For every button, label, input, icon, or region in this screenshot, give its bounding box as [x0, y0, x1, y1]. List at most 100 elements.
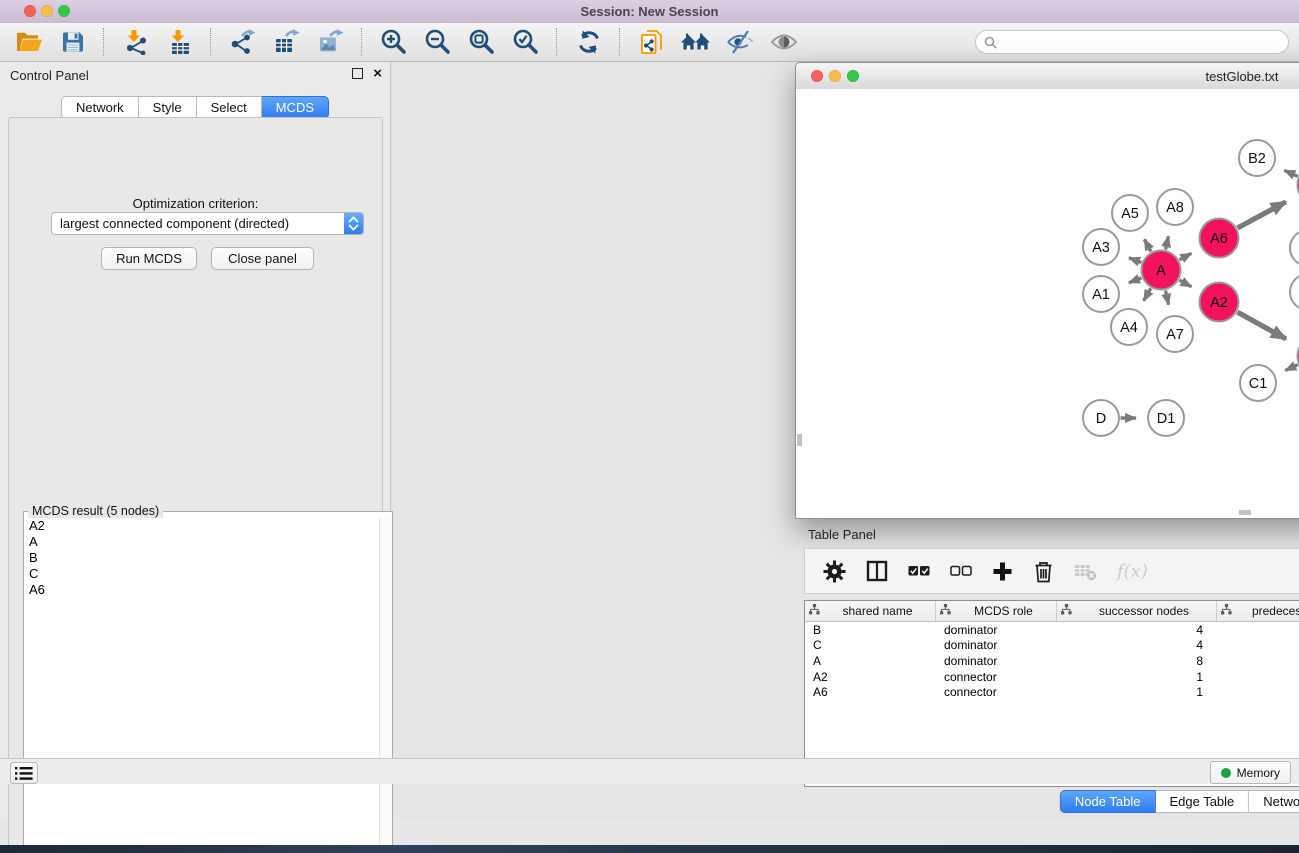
graph-edge-A6-B[interactable]: [1237, 202, 1285, 228]
graph-edge-B-B2[interactable]: [1284, 170, 1297, 176]
table-cell[interactable]: dominator: [936, 623, 1057, 637]
table-cell[interactable]: 1: [1217, 685, 1299, 699]
zoom-out-icon[interactable]: [419, 26, 456, 58]
optimization-criterion-select[interactable]: largest connected component (directed): [51, 212, 364, 235]
tab-mcds[interactable]: MCDS: [262, 96, 329, 119]
table-row[interactable]: A6connector11A6: [805, 684, 1299, 700]
add-icon[interactable]: [992, 556, 1013, 586]
table-cell[interactable]: connector: [936, 670, 1057, 684]
import-table-icon[interactable]: [161, 26, 198, 58]
zoom-fit-icon[interactable]: [463, 26, 500, 58]
run-mcds-button[interactable]: Run MCDS: [101, 247, 197, 270]
open-file-icon[interactable]: [10, 26, 47, 58]
tab-select[interactable]: Select: [197, 96, 262, 119]
delete-icon[interactable]: [1033, 556, 1054, 586]
close-panel-icon[interactable]: ×: [373, 68, 382, 79]
select-all-icon[interactable]: [908, 556, 930, 586]
tab-network[interactable]: Network: [61, 96, 139, 119]
graph-node-A2[interactable]: A2: [1200, 283, 1239, 322]
graph-node-C1[interactable]: C1: [1240, 365, 1276, 401]
graph-node-B2[interactable]: B2: [1239, 140, 1275, 176]
export-network-icon[interactable]: [224, 26, 261, 58]
table-cell[interactable]: B: [805, 623, 936, 637]
graph-edge-A-A7[interactable]: [1165, 291, 1168, 305]
table-cell[interactable]: dominator: [936, 638, 1057, 652]
graph-edge-A-A6[interactable]: [1179, 253, 1191, 260]
close-panel-button[interactable]: Close panel: [211, 247, 314, 270]
graph-edge-A-A4[interactable]: [1144, 288, 1151, 301]
graph-edge-A-A3[interactable]: [1129, 258, 1141, 263]
graph-node-A5[interactable]: A5: [1112, 195, 1148, 231]
float-panel-icon[interactable]: [352, 68, 363, 79]
table-cell[interactable]: 4: [1057, 623, 1217, 637]
zoom-selected-icon[interactable]: [507, 26, 544, 58]
mcds-result-item[interactable]: A2: [25, 518, 379, 534]
tab-style[interactable]: Style: [139, 96, 197, 119]
columns-icon[interactable]: [866, 556, 888, 586]
graph-node-A1[interactable]: A1: [1083, 276, 1119, 312]
search-input[interactable]: [1002, 34, 1280, 50]
zoom-in-icon[interactable]: [375, 26, 412, 58]
mcds-result-item[interactable]: C: [25, 566, 379, 582]
tab-node-table[interactable]: Node Table: [1060, 790, 1156, 813]
table-cell[interactable]: connector: [936, 685, 1057, 699]
table-cell[interactable]: 1: [1217, 638, 1299, 652]
gear-icon[interactable]: [823, 556, 846, 586]
graph-node-D[interactable]: D: [1083, 400, 1119, 436]
memory-button[interactable]: Memory: [1210, 761, 1291, 784]
graph-edge-A-A5[interactable]: [1144, 239, 1151, 251]
horizontal-scroll-indicator[interactable]: [1239, 510, 1251, 515]
import-network-icon[interactable]: [117, 26, 154, 58]
graph-edge-A-A8[interactable]: [1166, 236, 1169, 249]
table-cell[interactable]: 1: [1217, 670, 1299, 684]
graph-node-A6[interactable]: A6: [1200, 219, 1239, 258]
mcds-result-item[interactable]: B: [25, 550, 379, 566]
export-table-icon[interactable]: [268, 26, 305, 58]
table-row[interactable]: Adominator80A: [805, 653, 1299, 669]
table-cell[interactable]: dominator: [936, 654, 1057, 668]
table-cell[interactable]: 1: [1217, 623, 1299, 637]
refresh-icon[interactable]: [570, 26, 607, 58]
table-cell[interactable]: 1: [1057, 685, 1217, 699]
graph-edge-A-A1[interactable]: [1129, 278, 1142, 283]
mcds-result-item[interactable]: A6: [25, 582, 379, 598]
show-eye-icon[interactable]: [765, 26, 802, 58]
table-cell[interactable]: 8: [1057, 654, 1217, 668]
result-scrollbar[interactable]: [379, 518, 391, 853]
show-all-icon[interactable]: [677, 26, 714, 58]
table-cell[interactable]: A6: [805, 685, 936, 699]
tab-edge-table[interactable]: Edge Table: [1155, 790, 1249, 813]
graph-node-D1[interactable]: D1: [1148, 400, 1184, 436]
column-header-predecessor-nodes[interactable]: predecessor nodes: [1217, 601, 1299, 621]
table-row[interactable]: Bdominator41B: [805, 622, 1299, 638]
column-header-mcds-role[interactable]: MCDS role: [936, 601, 1057, 621]
network-canvas[interactable]: B4B2BB3A5A8A6B1A3AC2A1A2A4A7C4CC1C3DD1: [796, 89, 1299, 517]
graph-node-C2[interactable]: C2: [1290, 274, 1299, 310]
tab-network-table[interactable]: Network Table: [1249, 790, 1299, 813]
clone-network-icon[interactable]: [633, 26, 670, 58]
graph-edge-A-A2[interactable]: [1179, 280, 1191, 287]
graph-node-A3[interactable]: A3: [1083, 229, 1119, 265]
graph-node-A[interactable]: A: [1142, 251, 1181, 290]
table-cell[interactable]: A: [805, 654, 936, 668]
graph-node-A8[interactable]: A8: [1157, 189, 1193, 225]
hide-selected-icon[interactable]: [721, 26, 758, 58]
mcds-result-item[interactable]: A: [25, 534, 379, 550]
column-header-successor-nodes[interactable]: successor nodes: [1057, 601, 1217, 621]
search-box[interactable]: [975, 30, 1289, 54]
task-history-button[interactable]: [10, 762, 38, 784]
vertical-scroll-indicator[interactable]: [797, 434, 802, 446]
graph-node-B1[interactable]: B1: [1290, 230, 1299, 266]
table-row[interactable]: Cdominator41C: [805, 638, 1299, 654]
table-cell[interactable]: 1: [1057, 670, 1217, 684]
deselect-all-icon[interactable]: [950, 556, 972, 586]
export-image-icon[interactable]: [312, 26, 349, 58]
column-header-shared-name[interactable]: shared name: [805, 601, 936, 621]
graph-edge-A2-C[interactable]: [1237, 312, 1286, 339]
table-cell[interactable]: A2: [805, 670, 936, 684]
save-session-icon[interactable]: [54, 26, 91, 58]
graph-edge-C-C1[interactable]: [1285, 365, 1298, 371]
graph-node-A4[interactable]: A4: [1111, 309, 1147, 345]
table-cell[interactable]: 4: [1057, 638, 1217, 652]
table-cell[interactable]: 0: [1217, 654, 1299, 668]
